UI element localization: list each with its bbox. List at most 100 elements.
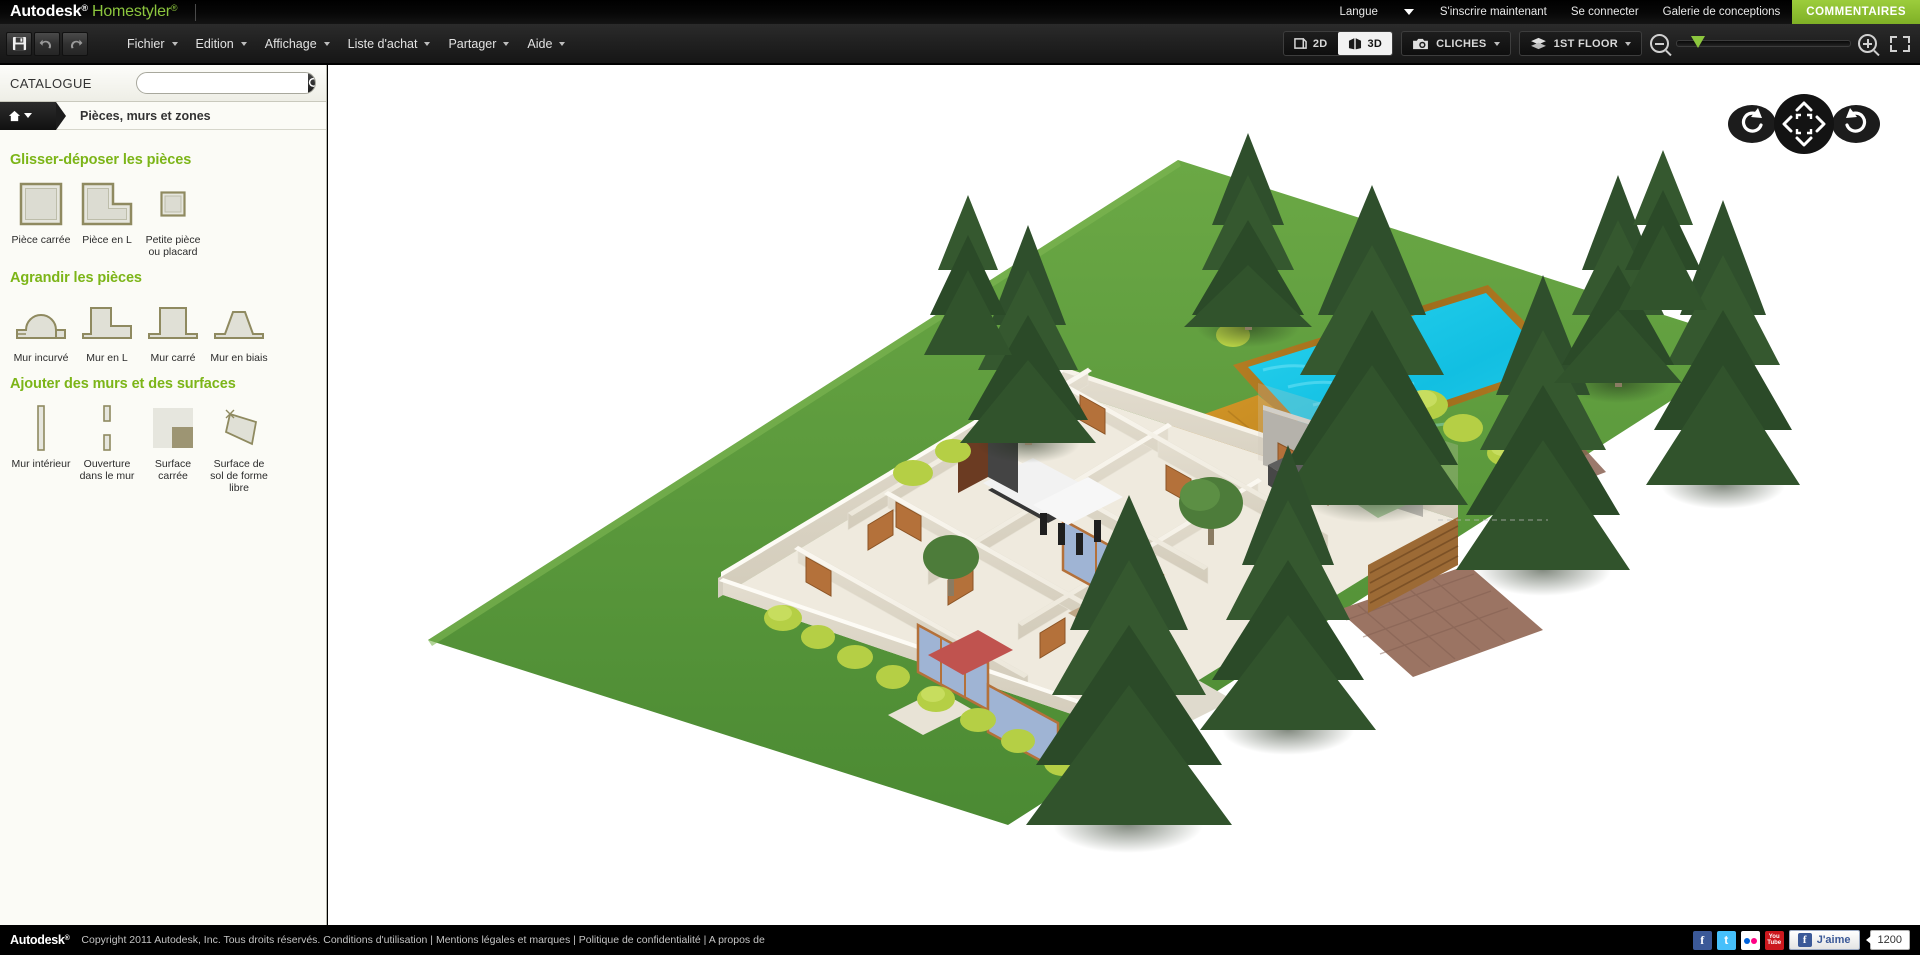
login-link[interactable]: Se connecter <box>1559 0 1651 24</box>
floor-selector-button[interactable]: 1ST FLOOR <box>1520 32 1641 55</box>
catalogue-item-label: Surface de sol de forme libre <box>210 458 268 494</box>
section-drag-drop-rooms-title: Glisser-déposer les pièces <box>10 152 192 168</box>
undo-button[interactable] <box>34 31 60 56</box>
flickr-dot-pink <box>1750 937 1757 944</box>
search-input[interactable] <box>137 73 308 93</box>
menu-fichier-label: Fichier <box>127 36 165 51</box>
navigation-compass[interactable] <box>1728 93 1880 155</box>
signup-link[interactable]: S'inscrire maintenant <box>1428 0 1559 24</box>
youtube-sub: Tube <box>1767 940 1782 946</box>
zoom-slider-thumb[interactable] <box>1690 36 1705 48</box>
rotate-right-button[interactable] <box>1832 105 1880 143</box>
twitter-icon[interactable]: t <box>1716 930 1736 950</box>
save-icon <box>12 36 26 51</box>
menu-edition[interactable]: Edition <box>187 30 256 58</box>
comments-button[interactable]: COMMENTAIRES <box>1792 0 1920 24</box>
catalogue-item-square-surface[interactable]: Surface carrée <box>140 402 206 494</box>
snapshots-button[interactable]: CLICHES <box>1402 32 1509 55</box>
menu-affichage[interactable]: Affichage <box>256 30 339 58</box>
square-surface-icon <box>143 402 203 454</box>
catalogue-item-angled-wall[interactable]: Mur en biais <box>206 296 272 364</box>
view-3d-label: 3D <box>1367 37 1383 50</box>
zoom-in-button[interactable] <box>1858 34 1877 53</box>
catalogue-item-small-room[interactable]: Petite pièce ou placard <box>140 178 206 258</box>
search-button[interactable] <box>308 73 315 93</box>
facebook-icon[interactable]: f <box>1692 930 1712 950</box>
redo-button[interactable] <box>62 31 88 56</box>
fullscreen-button[interactable] <box>1888 33 1912 55</box>
catalogue-title: CATALOGUE <box>10 75 92 91</box>
catalogue-item-l-room[interactable]: Pièce en L <box>74 178 140 258</box>
menu-partager-label: Partager <box>448 36 497 51</box>
catalogue-header: CATALOGUE <box>0 65 326 102</box>
catalogue-item-interior-wall[interactable]: Mur intérieur <box>8 402 74 494</box>
section-add-walls-surfaces-items: Mur intérieur Ouverture dans le mur Surf… <box>0 402 326 494</box>
design-canvas[interactable] <box>328 65 1920 925</box>
footer-bar: Autodesk® Copyright 2011 Autodesk, Inc. … <box>0 925 1920 955</box>
menu-aide[interactable]: Aide <box>518 30 574 58</box>
youtube-icon[interactable]: You Tube <box>1764 930 1784 950</box>
plan-2d-icon <box>1294 38 1307 49</box>
catalogue-item-l-wall[interactable]: Mur en L <box>74 296 140 364</box>
search-icon <box>308 77 315 87</box>
menu-aide-label: Aide <box>527 36 553 51</box>
catalogue-item-label: Pièce carrée <box>11 234 71 246</box>
catalogue-item-square-room[interactable]: Pièce carrée <box>8 178 74 258</box>
view-3d-button[interactable]: 3D <box>1337 32 1393 55</box>
catalogue-item-label: Pièce en L <box>82 234 132 246</box>
facebook-like-button[interactable]: f J'aime <box>1788 930 1860 950</box>
catalogue-body: Glisser-déposer les pièces Pièce carrée <box>0 130 326 494</box>
footer-logo: Autodesk® <box>10 933 70 947</box>
zoom-in-plus <box>1867 39 1869 48</box>
view-mode-toggle: 2D 3D <box>1282 31 1394 56</box>
fullscreen-corner-icon <box>1903 35 1910 43</box>
app-logo[interactable]: Autodesk® Homestyler® <box>10 3 178 21</box>
menu-partager[interactable]: Partager <box>439 30 518 58</box>
chevron-down-icon <box>559 41 566 46</box>
curved-wall-icon <box>11 296 71 348</box>
flickr-dot-blue <box>1743 937 1750 944</box>
catalogue-item-curved-wall[interactable]: Mur incurvé <box>8 296 74 364</box>
language-selector[interactable]: Langue <box>1327 0 1427 24</box>
chevron-down-icon <box>171 41 178 46</box>
menu-bar: Fichier Edition Affichage Liste d'achat … <box>118 30 574 58</box>
3d-scene[interactable] <box>328 65 1920 925</box>
camera-icon <box>1413 38 1429 50</box>
rotate-left-button[interactable] <box>1728 105 1776 143</box>
chevron-down-icon <box>240 41 247 46</box>
menu-liste-achat[interactable]: Liste d'achat <box>339 30 440 58</box>
freeform-floor-icon <box>209 402 269 454</box>
like-label: J'aime <box>1816 934 1851 946</box>
l-wall-icon <box>77 296 137 348</box>
toolbar-right-group: 2D 3D CLICHES 1ST FLOOR <box>1282 31 1912 56</box>
section-drag-drop-rooms-items: Pièce carrée Pièce en L Petite pièce ou … <box>0 178 326 258</box>
brand-reg-1: ® <box>81 3 88 13</box>
zoom-slider[interactable] <box>1676 36 1851 48</box>
menu-fichier[interactable]: Fichier <box>118 30 187 58</box>
like-count-badge: 1200 <box>1865 930 1910 950</box>
square-room-icon <box>11 178 71 230</box>
catalogue-item-freeform-floor[interactable]: Surface de sol de forme libre <box>206 402 272 494</box>
facebook-f-icon: f <box>1797 933 1812 947</box>
view-2d-button[interactable]: 2D <box>1284 32 1338 55</box>
breadcrumb-current: Pièces, murs et zones <box>80 108 211 123</box>
menu-edition-label: Edition <box>195 36 234 51</box>
fullscreen-corner-icon <box>1903 44 1910 52</box>
catalogue-item-label: Ouverture dans le mur <box>79 458 135 482</box>
fullscreen-corner-icon <box>1890 35 1897 43</box>
zoom-out-button[interactable] <box>1650 34 1669 53</box>
catalogue-item-label: Petite pièce ou placard <box>145 234 201 258</box>
brand-divider <box>195 3 197 21</box>
home-icon <box>8 110 21 121</box>
gallery-link[interactable]: Galerie de conceptions <box>1651 0 1793 24</box>
floor-selector-group: 1ST FLOOR <box>1518 31 1642 56</box>
catalogue-item-square-wall[interactable]: Mur carré <box>140 296 206 364</box>
brand-autodesk: Autodesk <box>10 3 82 20</box>
chevron-down-icon <box>24 113 32 118</box>
catalogue-item-wall-opening[interactable]: Ouverture dans le mur <box>74 402 140 494</box>
flickr-icon[interactable] <box>1740 930 1760 950</box>
footer-copyright: Copyright 2011 Autodesk, Inc. Tous droit… <box>81 934 765 946</box>
save-button[interactable] <box>6 31 32 56</box>
view-2d-label: 2D <box>1312 37 1328 50</box>
catalogue-home-button[interactable] <box>0 101 66 130</box>
